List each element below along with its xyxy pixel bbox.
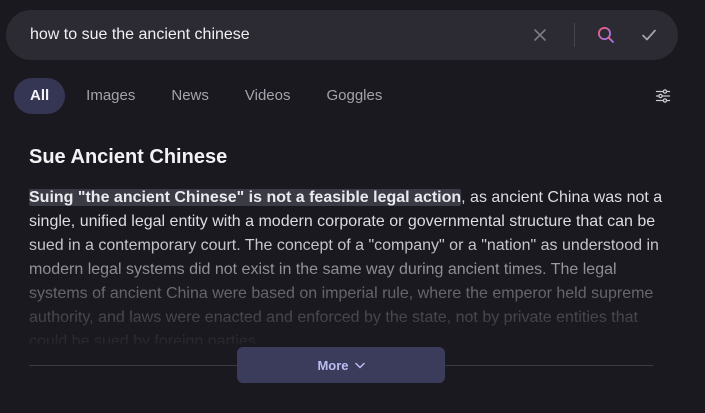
clear-search-button[interactable] [527, 22, 553, 48]
more-button[interactable]: More [237, 347, 445, 383]
search-input[interactable]: how to sue the ancient chinese [30, 10, 250, 60]
tab-images[interactable]: Images [68, 78, 153, 114]
tab-goggles[interactable]: Goggles [308, 78, 400, 114]
search-icon [598, 27, 614, 43]
check-icon [642, 29, 656, 41]
searchbar-divider [574, 23, 575, 47]
results-page: how to sue the ancient chinese All Image… [0, 0, 705, 413]
answer-body-text: , as ancient China was not a single, uni… [29, 189, 663, 344]
search-button[interactable] [593, 22, 619, 48]
more-button-label: More [317, 357, 349, 373]
answer-summary: Suing "the ancient Chinese" is not a fea… [29, 186, 664, 344]
tab-news[interactable]: News [153, 78, 227, 114]
chevron-down-icon [354, 362, 365, 368]
answer-text: Suing "the ancient Chinese" is not a fea… [29, 186, 664, 344]
search-bar[interactable]: how to sue the ancient chinese [6, 10, 678, 60]
sliders-icon [655, 89, 671, 103]
close-icon [534, 29, 546, 41]
tab-all[interactable]: All [14, 78, 66, 114]
answer-title: Sue Ancient Chinese [29, 146, 228, 168]
search-tabs: All Images News Videos Goggles [14, 78, 400, 114]
filters-button[interactable] [651, 85, 675, 107]
answer-highlight: Suing "the ancient Chinese" is not a fea… [29, 189, 462, 206]
tab-videos[interactable]: Videos [227, 78, 309, 114]
submit-button[interactable] [636, 22, 662, 48]
